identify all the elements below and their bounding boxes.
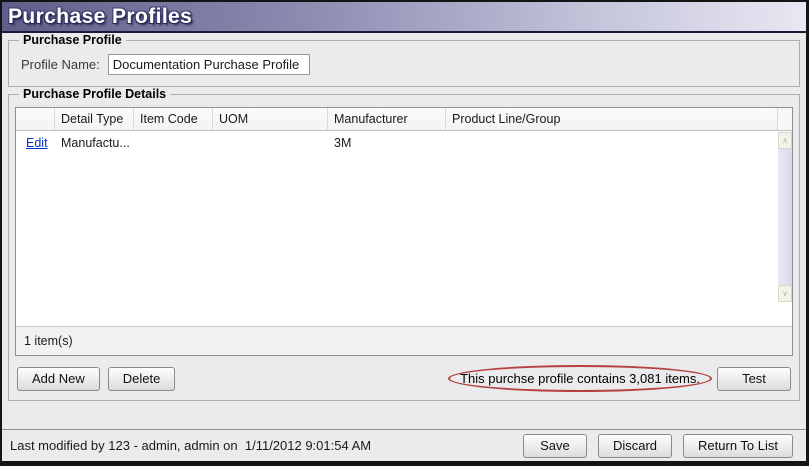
cell-detail-type: Manufactu... <box>55 136 134 150</box>
purchase-profile-details-legend: Purchase Profile Details <box>19 87 170 101</box>
test-button[interactable]: Test <box>717 367 791 391</box>
details-grid: Detail Type ▼ Item Code UOM Manufacturer… <box>15 107 793 356</box>
save-button[interactable]: Save <box>523 434 587 458</box>
purchase-profile-legend: Purchase Profile <box>19 33 126 47</box>
cell-manufacturer: 3M <box>328 136 446 150</box>
return-to-list-button[interactable]: Return To List <box>683 434 793 458</box>
grid-actions-row: Add New Delete This purchse profile cont… <box>15 365 793 392</box>
grid-body: Edit Manufactu... 3M ∧ ∨ <box>16 131 792 326</box>
column-header-product-line-group[interactable]: Product Line/Group <box>446 108 778 130</box>
item-count-annotation: This purchse profile contains 3,081 item… <box>448 365 712 392</box>
edit-link[interactable]: Edit <box>26 136 48 150</box>
grid-header-scrollbar-spacer <box>778 108 792 130</box>
column-header-item-code-label: Item Code <box>140 112 198 126</box>
profile-name-row: Profile Name: <box>15 49 793 78</box>
purchase-profile-details-section: Purchase Profile Details Detail Type ▼ I… <box>8 87 800 401</box>
table-row: Edit Manufactu... 3M <box>16 131 792 154</box>
scroll-down-icon[interactable]: ∨ <box>778 285 792 302</box>
page-title: Purchase Profiles <box>8 5 192 29</box>
profile-name-input[interactable] <box>108 54 310 75</box>
scroll-up-icon[interactable]: ∧ <box>778 132 792 149</box>
column-header-manufacturer-label: Manufacturer <box>334 112 408 126</box>
delete-button[interactable]: Delete <box>108 367 176 391</box>
add-new-button[interactable]: Add New <box>17 367 100 391</box>
column-header-uom[interactable]: UOM <box>213 108 328 130</box>
status-bar: Last modified by 123 - admin, admin on 1… <box>2 429 806 461</box>
column-header-uom-label: UOM <box>219 112 248 126</box>
row-action-cell: Edit <box>16 136 55 150</box>
column-header-detail-type[interactable]: Detail Type ▼ <box>55 108 134 130</box>
column-header-product-line-group-label: Product Line/Group <box>452 112 560 126</box>
purchase-profiles-window: Purchase Profiles Purchase Profile Profi… <box>0 0 809 466</box>
item-count-label: 1 item(s) <box>24 334 73 348</box>
column-header-row-actions <box>16 108 55 130</box>
grid-footer: 1 item(s) <box>16 326 792 355</box>
page-header: Purchase Profiles <box>2 2 806 33</box>
discard-button[interactable]: Discard <box>598 434 672 458</box>
column-header-manufacturer[interactable]: Manufacturer <box>328 108 446 130</box>
profile-name-label: Profile Name: <box>21 57 100 72</box>
purchase-profile-section: Purchase Profile Profile Name: <box>8 33 800 87</box>
column-header-item-code[interactable]: Item Code <box>134 108 213 130</box>
column-header-detail-type-label: Detail Type <box>61 112 123 126</box>
grid-header-row: Detail Type ▼ Item Code UOM Manufacturer… <box>16 108 792 131</box>
vertical-scrollbar[interactable]: ∧ ∨ <box>778 132 792 302</box>
last-modified-text: Last modified by 123 - admin, admin on 1… <box>10 438 512 453</box>
